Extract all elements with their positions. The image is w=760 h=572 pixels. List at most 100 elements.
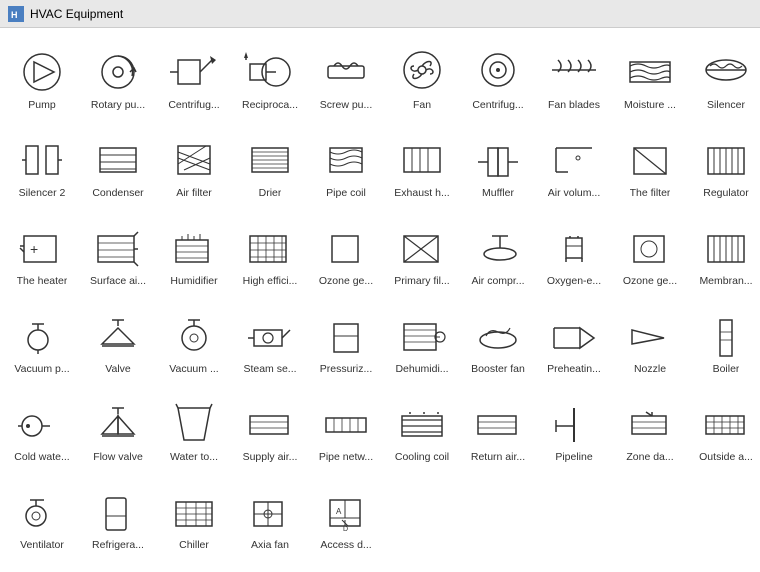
item-drier[interactable]: Drier [232, 124, 308, 212]
item-rotary-pump[interactable]: Rotary pu... [80, 36, 156, 124]
item-humidifier[interactable]: Humidifier [156, 212, 232, 300]
item-preheatin[interactable]: Preheatin... [536, 300, 612, 388]
item-ozone-ge2[interactable]: Ozone ge... [612, 212, 688, 300]
item-refrigera[interactable]: Refrigera... [80, 476, 156, 564]
item-fan[interactable]: Fan [384, 36, 460, 124]
item-cooling-coil[interactable]: Cooling coil [384, 388, 460, 476]
item-muffler[interactable]: Muffler [460, 124, 536, 212]
ventilator-label: Ventilator [20, 539, 64, 551]
item-primary-fil[interactable]: Primary fil... [384, 212, 460, 300]
humidifier-icon [164, 218, 224, 273]
humidifier-label: Humidifier [170, 275, 217, 287]
air-volume-label: Air volum... [548, 187, 601, 199]
the-heater-label: The heater [17, 275, 68, 287]
svg-text:D: D [343, 526, 348, 533]
item-moisture[interactable]: Moisture ... [612, 36, 688, 124]
item-pump[interactable]: Pump [4, 36, 80, 124]
oxygen-e-icon [544, 218, 604, 273]
pipe-coil-label: Pipe coil [326, 187, 366, 199]
regulator-label: Regulator [703, 187, 749, 199]
item-fan-blades[interactable]: Fan blades [536, 36, 612, 124]
drier-label: Drier [259, 187, 282, 199]
item-axia-fan[interactable]: Axia fan [232, 476, 308, 564]
silencer2-label: Silencer 2 [19, 187, 66, 199]
high-effici-label: High effici... [243, 275, 298, 287]
drier-icon [240, 130, 300, 185]
item-regulator[interactable]: Regulator [688, 124, 760, 212]
centrifugal2-label: Centrifug... [472, 99, 523, 111]
item-pipe-netw[interactable]: Pipe netw... [308, 388, 384, 476]
screw-pump-icon [316, 42, 376, 97]
ozone-ge2-label: Ozone ge... [623, 275, 677, 287]
item-oxygen-e[interactable]: Oxygen-e... [536, 212, 612, 300]
item-pipe-coil[interactable]: Pipe coil [308, 124, 384, 212]
item-screw-pump[interactable]: Screw pu... [308, 36, 384, 124]
item-steam-se[interactable]: Steam se... [232, 300, 308, 388]
item-high-effici[interactable]: High effici... [232, 212, 308, 300]
the-filter-icon [620, 130, 680, 185]
the-filter-label: The filter [630, 187, 671, 199]
item-pressurize[interactable]: Pressuriz... [308, 300, 384, 388]
item-boiler[interactable]: Boiler [688, 300, 760, 388]
item-silencer[interactable]: Silencer [688, 36, 760, 124]
item-centrifugal2[interactable]: Centrifug... [460, 36, 536, 124]
outside-a-label: Outside a... [699, 451, 753, 463]
condenser-icon [88, 130, 148, 185]
primary-fil-label: Primary fil... [394, 275, 449, 287]
item-surface-air[interactable]: Surface ai... [80, 212, 156, 300]
access-d-label: Access d... [320, 539, 371, 551]
water-to-icon [164, 394, 224, 449]
window-title: HVAC Equipment [30, 7, 123, 21]
item-supply-air[interactable]: Supply air... [232, 388, 308, 476]
item-nozzle[interactable]: Nozzle [612, 300, 688, 388]
item-vacuum-p[interactable]: Vacuum p... [4, 300, 80, 388]
pipe-netw-label: Pipe netw... [319, 451, 373, 463]
item-dehumidi[interactable]: Dehumidi... [384, 300, 460, 388]
zone-da-label: Zone da... [626, 451, 673, 463]
svg-text:A: A [336, 507, 342, 516]
boiler-label: Boiler [713, 363, 740, 375]
item-silencer2[interactable]: Silencer 2 [4, 124, 80, 212]
item-valve[interactable]: Valve [80, 300, 156, 388]
item-condenser[interactable]: Condenser [80, 124, 156, 212]
fan-blades-label: Fan blades [548, 99, 600, 111]
item-water-to[interactable]: Water to... [156, 388, 232, 476]
item-chiller[interactable]: Chiller [156, 476, 232, 564]
item-vacuum2[interactable]: Vacuum ... [156, 300, 232, 388]
item-air-volume[interactable]: Air volum... [536, 124, 612, 212]
item-booster-fan[interactable]: Booster fan [460, 300, 536, 388]
steam-se-icon [240, 306, 300, 361]
item-centrifugal[interactable]: Centrifug... [156, 36, 232, 124]
item-flow-valve[interactable]: Flow valve [80, 388, 156, 476]
item-return-air[interactable]: Return air... [460, 388, 536, 476]
item-access-d[interactable]: A D Access d... [308, 476, 384, 564]
item-air-filter[interactable]: Air filter [156, 124, 232, 212]
reciprocating-icon [240, 42, 300, 97]
outside-a-icon [696, 394, 756, 449]
ozone-ge2-icon [620, 218, 680, 273]
regulator-icon [696, 130, 756, 185]
item-exhaust-h[interactable]: Exhaust h... [384, 124, 460, 212]
supply-air-label: Supply air... [243, 451, 298, 463]
item-air-compr[interactable]: Air compr... [460, 212, 536, 300]
pipe-netw-icon [316, 394, 376, 449]
item-zone-da[interactable]: Zone da... [612, 388, 688, 476]
item-ozone-ge1[interactable]: Ozone ge... [308, 212, 384, 300]
item-the-heater[interactable]: + The heater [4, 212, 80, 300]
air-compr-label: Air compr... [471, 275, 524, 287]
item-pipeline[interactable]: Pipeline [536, 388, 612, 476]
item-membran[interactable]: Membran... [688, 212, 760, 300]
item-ventilator[interactable]: Ventilator [4, 476, 80, 564]
dehumidi-label: Dehumidi... [395, 363, 448, 375]
item-cold-water[interactable]: Cold wate... [4, 388, 80, 476]
item-the-filter[interactable]: The filter [612, 124, 688, 212]
centrifugal2-icon [468, 42, 528, 97]
valve-icon [88, 306, 148, 361]
return-air-icon [468, 394, 528, 449]
item-outside-a[interactable]: Outside a... [688, 388, 760, 476]
ozone-ge1-label: Ozone ge... [319, 275, 373, 287]
axia-fan-label: Axia fan [251, 539, 289, 551]
air-filter-icon [164, 130, 224, 185]
svg-text:+: + [30, 241, 38, 257]
item-reciprocating[interactable]: Reciproca... [232, 36, 308, 124]
